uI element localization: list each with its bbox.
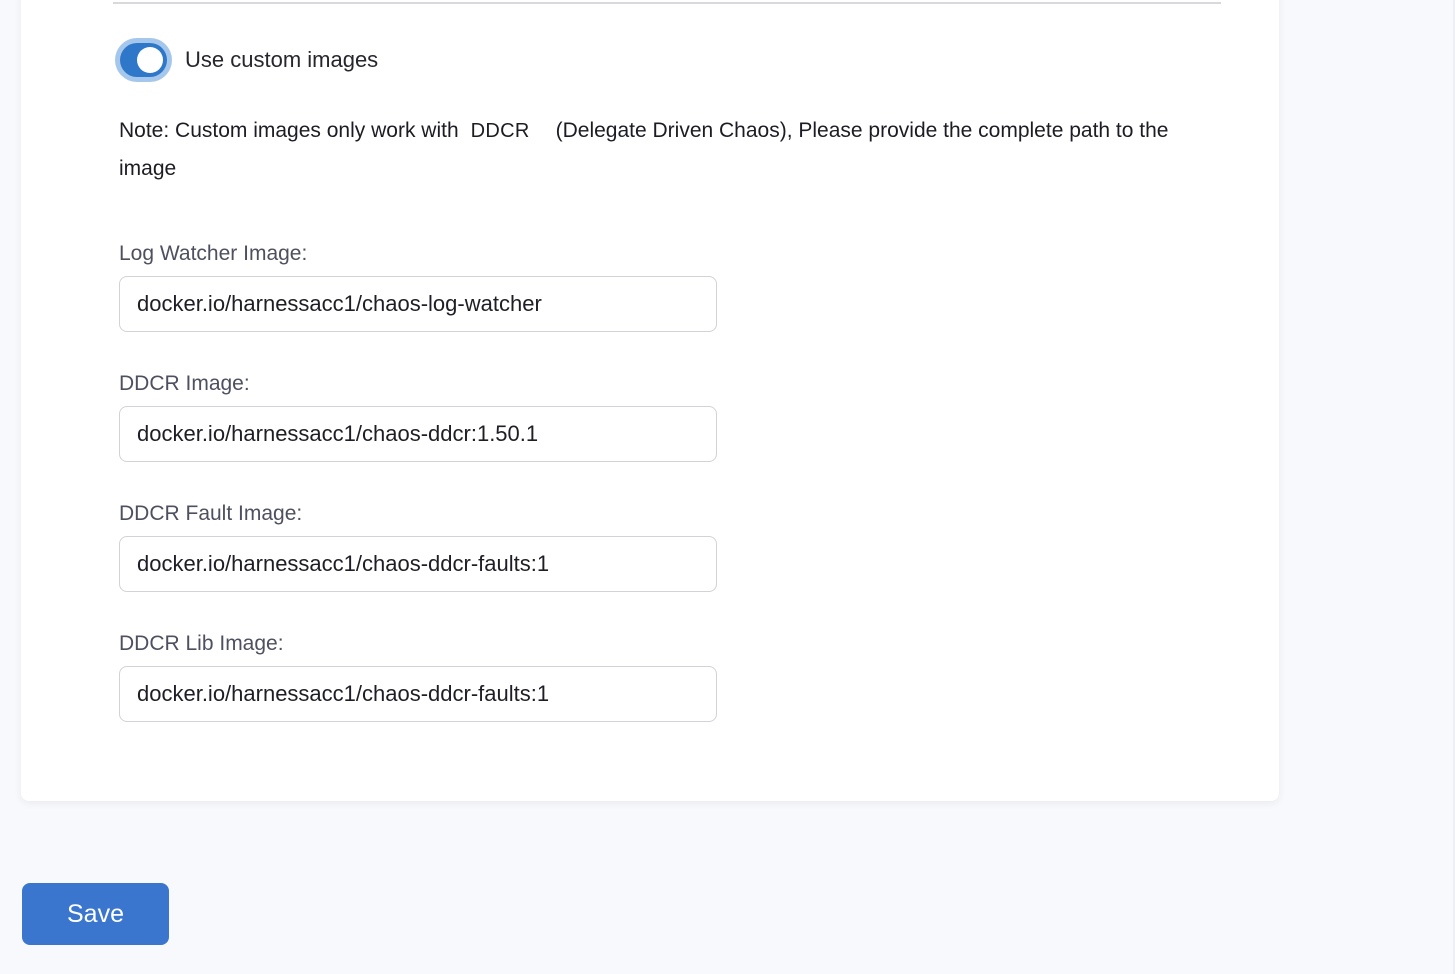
toggle-track [120, 43, 167, 77]
use-custom-images-toggle[interactable] [115, 38, 172, 82]
ddcr-lib-image-label: DDCR Lib Image: [119, 632, 717, 656]
use-custom-images-label: Use custom images [185, 47, 378, 73]
ddcr-image-input[interactable] [119, 406, 717, 462]
ddcr-fault-image-input[interactable] [119, 536, 717, 592]
ddcr-lib-image-group: DDCR Lib Image: [119, 632, 717, 722]
ddcr-image-group: DDCR Image: [119, 372, 717, 462]
ddcr-image-label: DDCR Image: [119, 372, 717, 396]
toggle-knob [137, 47, 163, 73]
use-custom-images-row: Use custom images [115, 38, 378, 82]
log-watcher-image-group: Log Watcher Image: [119, 242, 717, 332]
section-divider [113, 2, 1221, 4]
custom-images-panel: Use custom images Note: Custom images on… [21, 0, 1279, 801]
log-watcher-image-label: Log Watcher Image: [119, 242, 717, 266]
ddcr-fault-image-label: DDCR Fault Image: [119, 502, 717, 526]
custom-images-note: Note: Custom images only work withDDCR(D… [119, 112, 1179, 187]
note-code-ddcr: DDCR [471, 120, 530, 142]
note-prefix: Note: Custom images only work with [119, 119, 459, 142]
ddcr-lib-image-input[interactable] [119, 666, 717, 722]
ddcr-fault-image-group: DDCR Fault Image: [119, 502, 717, 592]
log-watcher-image-input[interactable] [119, 276, 717, 332]
save-button[interactable]: Save [22, 883, 169, 945]
